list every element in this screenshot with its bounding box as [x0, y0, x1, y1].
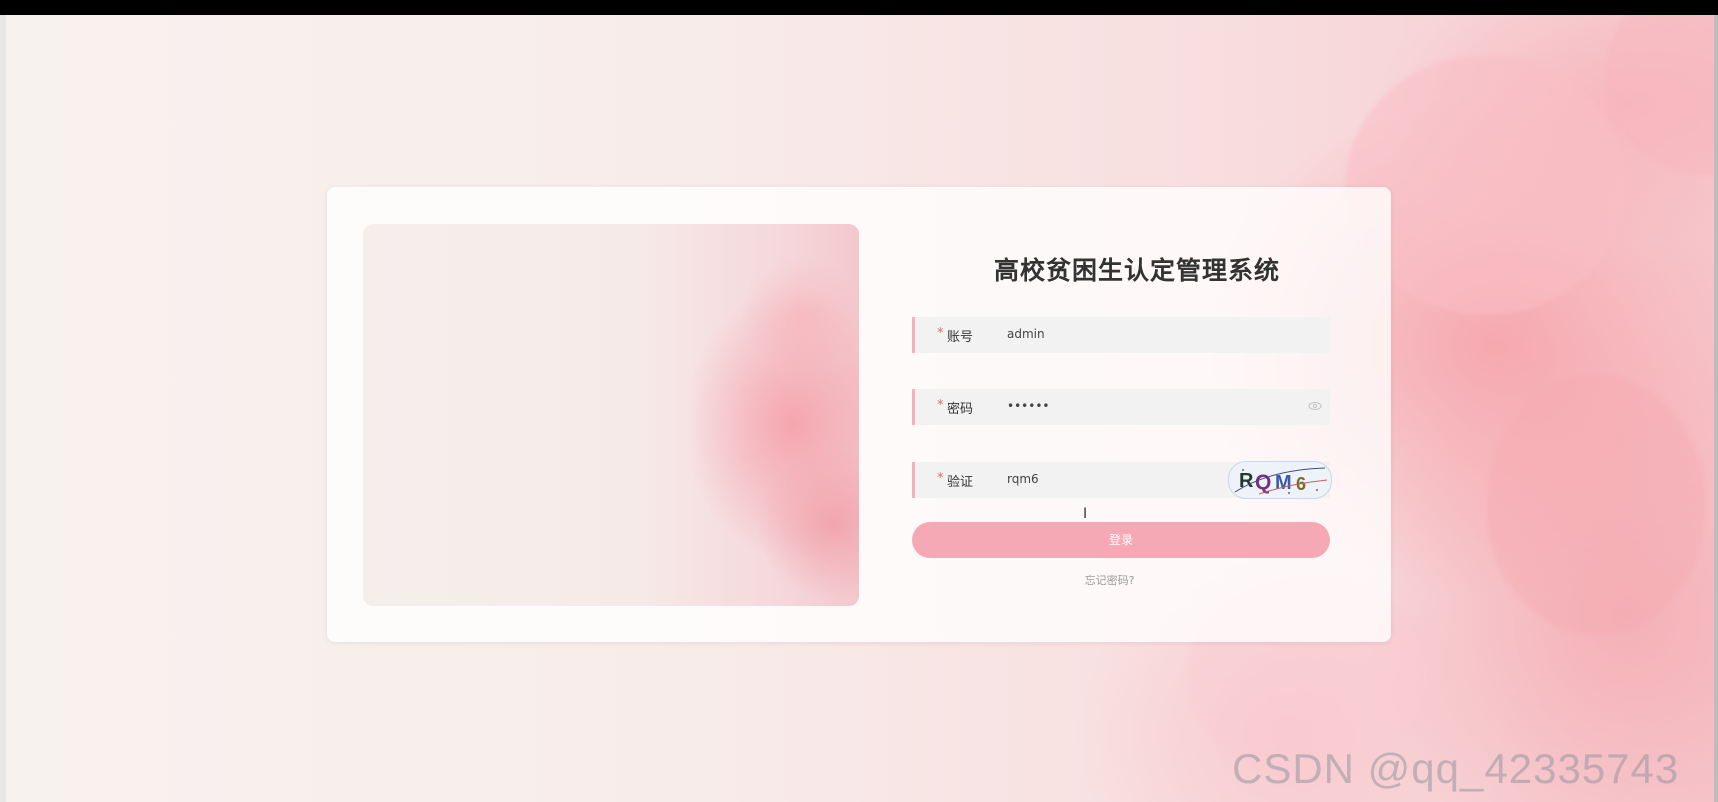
password-field[interactable]: * 密码 ••••••	[912, 389, 1330, 425]
forgot-password-link[interactable]: 忘记密码?	[912, 572, 1307, 588]
captcha-image[interactable]: R Q M 6	[1228, 461, 1332, 499]
required-mark: *	[937, 471, 944, 486]
text-cursor-icon: I	[1083, 506, 1088, 522]
login-button[interactable]: 登录	[912, 522, 1330, 558]
account-input[interactable]: admin	[1007, 327, 1045, 341]
captcha-label: 验证	[947, 475, 974, 490]
password-label: 密码	[947, 402, 974, 417]
window-right-edge	[1714, 15, 1718, 802]
required-mark: *	[937, 326, 944, 341]
window-top-bar	[0, 0, 1718, 15]
captcha-input[interactable]: rqm6	[1007, 472, 1039, 486]
system-title: 高校贫困生认定管理系统	[993, 256, 1280, 285]
account-label: 账号	[947, 330, 974, 345]
required-mark: *	[937, 398, 944, 413]
password-input[interactable]: ••••••	[1007, 399, 1049, 413]
account-field[interactable]: * 账号 admin	[912, 317, 1330, 353]
captcha-graphic: R Q M 6	[1234, 467, 1328, 495]
eye-icon[interactable]	[1308, 399, 1322, 413]
svg-text:M: M	[1275, 472, 1292, 494]
watermark: CSDN @qq_42335743	[1232, 745, 1680, 792]
